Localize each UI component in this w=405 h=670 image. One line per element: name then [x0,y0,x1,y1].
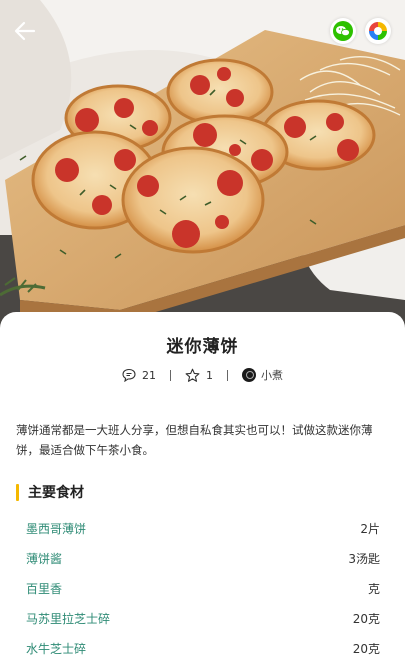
ingredient-row: 马苏里拉芝士碎 20克 [26,603,380,633]
pizza-photo-illustration [0,0,405,340]
recipe-stats: 21 1 小煮 [0,365,405,385]
author-avatar [242,368,256,382]
moments-icon [369,22,387,40]
share-wechat-button[interactable] [330,18,356,44]
recipe-card: 迷你薄饼 21 1 小煮 薄饼通常都是一大班人分享，但想自私食其实也可以！试做这… [0,312,405,670]
back-button[interactable] [12,18,38,44]
ingredient-row: 薄饼酱 3汤匙 [26,543,380,573]
star-icon [185,368,200,382]
ingredient-qty: 2片 [360,521,380,536]
ingredient-name[interactable]: 马苏里拉芝士碎 [26,610,110,627]
comment-icon [122,368,136,382]
ingredient-qty: 克 [367,581,380,596]
author-info[interactable]: 小煮 [242,367,283,383]
ingredient-name[interactable]: 墨西哥薄饼 [26,520,86,537]
ingredient-name[interactable]: 水牛芝士碎 [26,640,86,657]
comments-count: 21 [142,368,156,382]
wechat-icon [333,21,353,41]
back-arrow-icon [14,21,36,41]
section-accent-bar [16,483,19,501]
ingredients-header: 主要食材 [16,482,84,502]
ingredient-name[interactable]: 百里香 [26,580,62,597]
recipe-description: 薄饼通常都是一大班人分享，但想自私食其实也可以！试做这款迷你薄饼，最适合做下午茶… [16,423,373,457]
recipe-photo [0,0,405,340]
favorites-stat[interactable]: 1 [185,368,213,383]
ingredient-row: 百里香 克 [26,573,380,603]
ingredient-row: 墨西哥薄饼 2片 [26,513,380,543]
stat-divider [170,369,171,381]
comments-stat[interactable]: 21 [122,368,156,382]
ingredients-title: 主要食材 [28,485,84,501]
recipe-title: 迷你薄饼 [166,337,239,357]
stat-divider [227,369,228,381]
ingredient-qty: 20克 [352,641,380,656]
ingredient-qty: 20克 [352,611,380,626]
ingredients-list: 墨西哥薄饼 2片 薄饼酱 3汤匙 百里香 克 马苏里拉芝士碎 20克 水牛芝士碎… [26,513,380,663]
favorites-count: 1 [206,368,213,382]
ingredient-qty: 3汤匙 [348,551,380,566]
share-moments-button[interactable] [365,18,391,44]
ingredient-name[interactable]: 薄饼酱 [26,550,62,567]
author-name: 小煮 [261,369,283,382]
ingredient-row: 水牛芝士碎 20克 [26,633,380,663]
